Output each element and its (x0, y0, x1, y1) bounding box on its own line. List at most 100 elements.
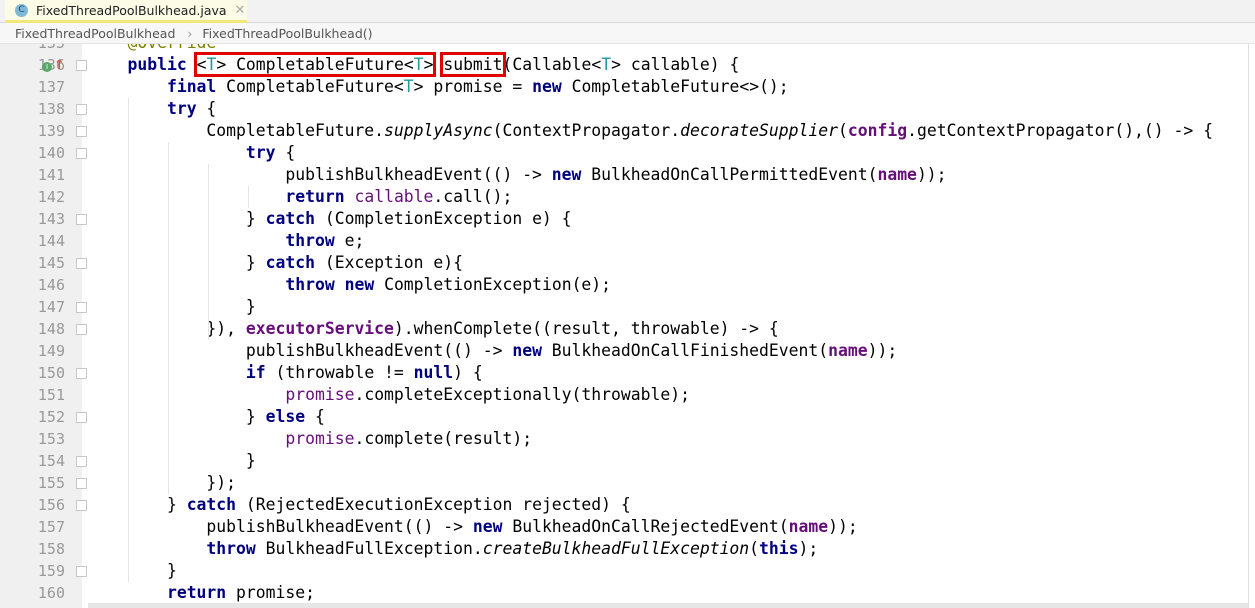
code-token: .getContextPropagator(),() -> { (907, 121, 1214, 140)
code-line[interactable]: 149 publishBulkheadEvent(() -> new Bulkh… (38, 340, 1213, 362)
code-token: promise; (226, 583, 315, 602)
code-token: catch (265, 209, 315, 228)
fold-marker-icon[interactable] (76, 302, 87, 313)
fold-marker-icon[interactable] (76, 368, 87, 379)
tab-fixedthreadpoolbulkhead-java[interactable]: C FixedThreadPoolBulkhead.java ✕ (5, 0, 247, 23)
indent-guide (208, 164, 209, 340)
code-token: publishBulkheadEvent(() -> (88, 517, 473, 536)
line-number: 151 (37, 386, 65, 404)
code-line[interactable]: 139 CompletableFuture.supplyAsync(Contex… (38, 120, 1214, 142)
code-token: } (88, 407, 266, 426)
code-token: CompletableFuture<>(); (561, 77, 789, 96)
code-token: T (413, 55, 424, 74)
fold-marker-icon[interactable] (76, 214, 87, 225)
code-line[interactable]: 141 publishBulkheadEvent(() -> new Bulkh… (38, 164, 1213, 186)
code-token: )); (916, 165, 947, 184)
code-token: promise (285, 385, 355, 404)
code-token: > callable) { (611, 55, 740, 74)
fold-marker-icon[interactable] (76, 126, 87, 137)
line-number: 149 (37, 342, 65, 360)
code-token: (throwable != (265, 363, 414, 382)
code-line[interactable]: 143 } catch (CompletionException e) { (38, 208, 1213, 230)
code-line[interactable]: 147 } (38, 296, 1213, 318)
code-line[interactable]: 152 } else { (38, 406, 1213, 428)
code-line[interactable]: 148 }), executorService).whenComplete((r… (38, 318, 1213, 340)
code-line[interactable]: 135 @Override (38, 44, 1213, 54)
code-token: name (788, 517, 829, 536)
line-number: 152 (37, 408, 65, 426)
horizontal-scrollbar[interactable] (88, 603, 1248, 608)
code-token: } (88, 297, 256, 316)
indent-guide (168, 142, 169, 494)
fold-marker-icon[interactable] (76, 478, 87, 489)
code-line[interactable]: 158 throw BulkheadFullException.createBu… (38, 538, 1213, 560)
code-token: { (196, 99, 217, 118)
fold-marker-icon[interactable] (76, 324, 87, 335)
fold-marker-icon[interactable] (76, 456, 87, 467)
code-token: }), (88, 319, 246, 338)
code-editor[interactable]: 135 @Override136 public <T> CompletableF… (0, 44, 1255, 608)
code-line[interactable]: 145 } catch (Exception e){ (38, 252, 1213, 274)
code-area[interactable]: 135 @Override136 public <T> CompletableF… (38, 44, 1214, 604)
code-token: T (601, 55, 612, 74)
code-token: new (344, 275, 375, 294)
code-token: (Exception e){ (314, 253, 463, 272)
fold-marker-icon[interactable] (76, 566, 87, 577)
code-token: else (265, 407, 306, 426)
code-line[interactable]: 142 return callable.call(); (38, 186, 1213, 208)
implements-icon[interactable]: I (42, 62, 52, 72)
code-token: ( (749, 539, 760, 558)
code-line[interactable]: 150 if (throwable != null) { (38, 362, 1213, 384)
line-number: 143 (37, 210, 65, 228)
code-line[interactable]: 160 return promise; (38, 582, 1213, 604)
code-token: e; (334, 231, 365, 250)
code-line[interactable]: 137 final CompletableFuture<T> promise =… (38, 76, 1213, 98)
code-token: { (305, 407, 325, 426)
fold-marker-icon[interactable] (76, 500, 87, 511)
code-token: this (759, 539, 799, 558)
code-token: throw (285, 231, 335, 250)
line-number: 159 (37, 562, 65, 580)
code-line[interactable]: 155 }); (38, 472, 1213, 494)
fold-marker-icon[interactable] (76, 60, 87, 71)
code-line[interactable]: 154 } (38, 450, 1213, 472)
code-token: null (413, 363, 454, 382)
code-token: throw (206, 539, 256, 558)
breadcrumb-class[interactable]: FixedThreadPoolBulkhead (15, 26, 175, 41)
code-line[interactable]: 146 throw new CompletionException(e); (38, 274, 1213, 296)
code-line[interactable]: 144 throw e; (38, 230, 1213, 252)
breadcrumb-separator: › (187, 25, 193, 41)
code-token: BulkheadFullException. (255, 539, 483, 558)
code-line[interactable]: 136 public <T> CompletableFuture<T> subm… (38, 52, 1213, 77)
code-token: } (88, 495, 187, 514)
fold-marker-icon[interactable] (76, 148, 87, 159)
override-arrow-icon[interactable]: ↑ (54, 58, 65, 73)
code-line[interactable]: 140 try { (38, 142, 1213, 164)
code-line[interactable]: 157 publishBulkheadEvent(() -> new Bulkh… (38, 516, 1213, 538)
code-token: catch (186, 495, 237, 514)
code-token: createBulkheadFullException (482, 539, 750, 558)
fold-marker-icon[interactable] (76, 412, 87, 423)
line-number: 141 (37, 166, 65, 184)
code-line[interactable]: 138 try { (38, 98, 1213, 120)
code-token: ).whenComplete((result, throwable) -> { (393, 319, 779, 338)
code-line[interactable]: 159 } (38, 560, 1213, 582)
code-token: T (403, 77, 414, 96)
fold-marker-icon[interactable] (76, 104, 87, 115)
code-line[interactable]: 156 } catch (RejectedExecutionException … (38, 494, 1213, 516)
code-token: if (245, 363, 266, 382)
fold-marker-icon[interactable] (76, 258, 87, 269)
code-token: } (88, 253, 266, 272)
breadcrumb-method[interactable]: FixedThreadPoolBulkhead() (202, 26, 372, 41)
close-icon[interactable]: ✕ (235, 3, 246, 18)
indent-guide (128, 98, 129, 582)
code-token: throw (285, 275, 335, 294)
code-line[interactable]: 153 promise.complete(result); (38, 428, 1213, 450)
code-line[interactable]: 151 promise.completeExceptionally(throwa… (38, 384, 1213, 406)
